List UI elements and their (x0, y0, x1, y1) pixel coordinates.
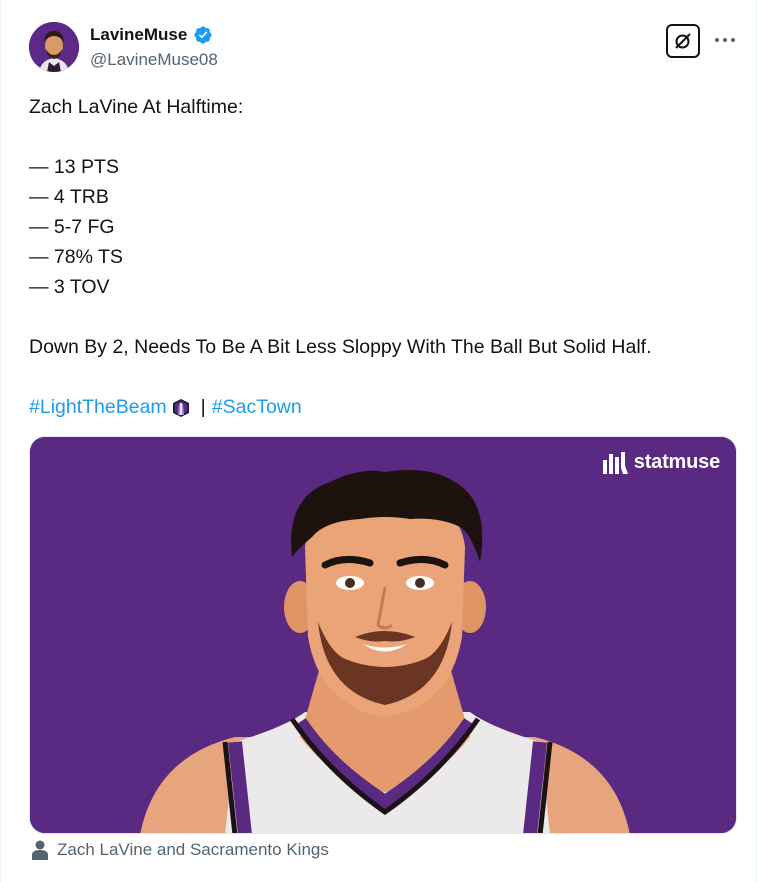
tweet-comment: Down By 2, Needs To Be A Bit Less Sloppy… (29, 336, 652, 358)
tweet-title-line: Zach LaVine At Halftime: (29, 96, 244, 118)
stat-line: — 13 PTS (29, 156, 119, 178)
stat-line: — 3 TOV (29, 276, 110, 298)
hashtags-line: #LightTheBeam | #SacTown (29, 392, 729, 422)
statmuse-logo-icon (602, 451, 628, 474)
author-handle[interactable]: @LavineMuse08 (90, 50, 218, 70)
stat-line: — 4 TRB (29, 186, 109, 208)
grok-button[interactable] (666, 24, 700, 58)
hashtag-sactown[interactable]: #SacTown (212, 392, 302, 422)
person-icon (32, 840, 48, 860)
tweet-card: LavineMuse @LavineMuse08 Zach LaVine At … (0, 0, 757, 882)
more-options-button[interactable] (711, 30, 739, 50)
player-illustration (30, 437, 736, 833)
grok-icon (675, 33, 691, 49)
hashtag-separator: | (200, 396, 206, 418)
author-avatar[interactable] (29, 22, 79, 72)
tagged-people-text: Zach LaVine and Sacramento Kings (57, 840, 329, 859)
author-info: LavineMuse @LavineMuse08 (90, 24, 218, 70)
tweet-media-image[interactable]: statmuse (29, 436, 737, 834)
hashtag-lightthebeam[interactable]: #LightTheBeam (29, 392, 167, 422)
statmuse-logo-text: statmuse (633, 451, 720, 473)
verified-badge-icon (193, 25, 213, 45)
more-horizontal-icon (715, 38, 735, 42)
author-display-name[interactable]: LavineMuse (90, 25, 187, 45)
tweet-body: Zach LaVine At Halftime: — 13 PTS — 4 TR… (29, 92, 729, 422)
stat-line: — 78% TS (29, 246, 123, 268)
stat-line: — 5-7 FG (29, 216, 115, 238)
avatar-portrait-icon (29, 22, 79, 72)
tagged-people[interactable]: Zach LaVine and Sacramento Kings (31, 840, 329, 860)
kings-beam-hashflag-icon (171, 397, 191, 417)
statmuse-logo: statmuse (602, 451, 720, 474)
